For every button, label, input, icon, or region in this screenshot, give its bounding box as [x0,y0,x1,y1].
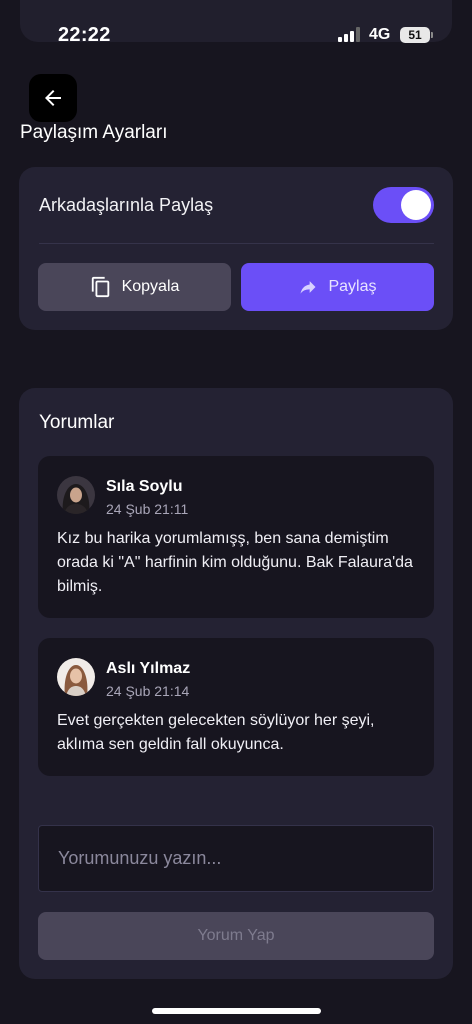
comment-text: Evet gerçekten gelecekten söylüyor her ş… [57,712,375,753]
avatar [57,658,95,696]
comment-author: Sıla Soylu [106,478,183,495]
signal-icon [338,27,360,42]
battery-icon: 51 [400,27,433,43]
comment-date: 24 Şub 21:11 [106,501,189,517]
avatar [57,476,95,514]
comment-item: Sıla Soylu 24 Şub 21:11 Kız bu harika yo… [38,456,434,618]
submit-comment-label: Yorum Yap [197,927,275,944]
battery-level: 51 [408,28,422,42]
toggle-knob [401,190,431,220]
copy-icon [91,276,109,298]
share-with-friends-toggle[interactable] [373,187,434,223]
status-time: 22:22 [58,24,111,46]
network-type: 4G [369,26,391,43]
divider [39,243,434,244]
back-button[interactable] [29,74,77,122]
page-title: Paylaşım Ayarları [20,122,168,143]
comments-title: Yorumlar [39,412,115,433]
comment-text: Kız bu harika yorumlamışş, ben sana demi… [57,530,413,595]
submit-comment-button[interactable]: Yorum Yap [38,912,434,960]
copy-button[interactable]: Kopyala [38,263,231,311]
comment-date: 24 Şub 21:14 [106,683,190,699]
share-button-label: Paylaş [328,278,377,295]
copy-button-label: Kopyala [121,278,180,295]
comments-card: Yorumlar Sıla Soylu 24 Şub 21:11 Kız bu … [19,388,453,979]
share-with-friends-label: Arkadaşlarınla Paylaş [39,195,214,215]
status-bar: 22:22 4G 51 [0,0,472,70]
arrow-left-icon [45,90,61,106]
home-indicator[interactable] [152,1008,321,1014]
comment-item: Aslı Yılmaz 24 Şub 21:14 Evet gerçekten … [38,638,434,776]
comment-author: Aslı Yılmaz [106,660,191,677]
share-button[interactable]: Paylaş [241,263,434,311]
comment-input[interactable] [38,825,434,892]
share-settings-card: Arkadaşlarınla Paylaş Kopyala Paylaş [19,167,453,330]
share-arrow-icon [300,281,316,294]
